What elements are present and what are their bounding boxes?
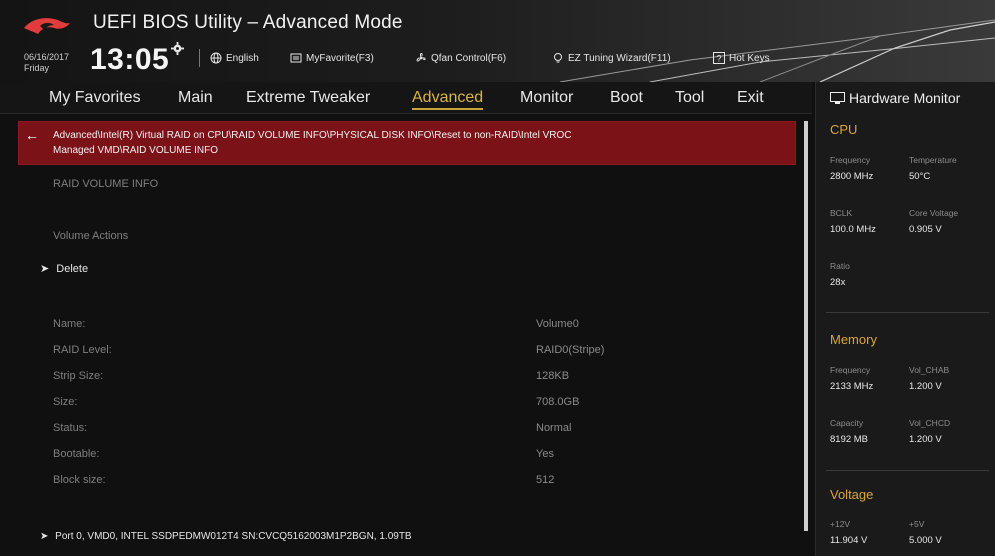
header-separator	[199, 49, 200, 67]
breadcrumb-line-2: Managed VMD\RAID VOLUME INFO	[53, 145, 219, 156]
qfan-label: Qfan Control(F6)	[431, 52, 507, 64]
field-label: Status:	[53, 422, 88, 434]
field-label: Name:	[53, 318, 86, 330]
field-value: Volume0	[536, 318, 579, 330]
tab-boot[interactable]: Boot	[610, 89, 643, 107]
vol-chab-label: Vol_CHAB	[909, 365, 950, 375]
tab-my-favorites[interactable]: My Favorites	[49, 89, 141, 107]
breadcrumb: ← Advanced\Intel(R) Virtual RAID on CPU\…	[18, 121, 796, 165]
tab-exit[interactable]: Exit	[737, 89, 764, 107]
date-block: 06/16/2017 Friday	[24, 52, 69, 74]
ez-tuning-wizard-button[interactable]: EZ Tuning Wizard(F11)	[552, 50, 671, 66]
vol-chcd-label: Vol_CHCD	[909, 418, 951, 428]
main-nav: My Favorites Main Extreme Tweaker Advanc…	[0, 82, 812, 114]
hw-monitor-title: Hardware Monitor	[849, 90, 961, 106]
hot-keys-label: Hot Keys	[729, 52, 770, 64]
delete-item[interactable]: ➤ Delete	[40, 262, 88, 275]
core-voltage-value: 0.905 V	[909, 224, 942, 235]
field-value: RAID0(Stripe)	[536, 344, 605, 356]
fan-icon	[416, 53, 426, 62]
v5-label: +5V	[909, 519, 925, 529]
capacity-value: 8192 MB	[830, 434, 869, 445]
date-text: 06/16/2017	[24, 52, 70, 62]
v5-value: 5.000 V	[909, 535, 942, 546]
capacity-label: Capacity	[830, 418, 864, 428]
field-label: RAID Level:	[53, 344, 112, 356]
field-label: Size:	[53, 396, 78, 408]
svg-text:?: ?	[717, 54, 722, 64]
tab-tool[interactable]: Tool	[675, 89, 704, 107]
cpu-frequency-label: Frequency	[830, 155, 871, 165]
delete-label: Delete	[56, 263, 89, 275]
tab-main[interactable]: Main	[178, 89, 213, 107]
cpu-temperature-value: 50°C	[909, 171, 931, 182]
field-value: Yes	[536, 448, 554, 460]
scrollbar-thumb[interactable]	[804, 121, 808, 531]
gear-icon[interactable]	[171, 42, 184, 55]
breadcrumb-line-1: Advanced\Intel(R) Virtual RAID on CPU\RA…	[53, 130, 572, 141]
vol-chab-value: 1.200 V	[909, 381, 942, 392]
memory-section-title: Memory	[830, 332, 877, 347]
core-voltage-label: Core Voltage	[909, 208, 959, 218]
field-value: 708.0GB	[536, 396, 580, 408]
favorite-list-icon	[290, 53, 302, 63]
section-title: RAID VOLUME INFO	[53, 178, 159, 190]
field-label: Bootable:	[53, 448, 100, 460]
divider	[826, 470, 989, 471]
breadcrumb-path: Advanced\Intel(R) Virtual RAID on CPU\RA…	[53, 128, 773, 158]
hardware-monitor-panel: Hardware Monitor CPU Frequency Temperatu…	[815, 82, 995, 556]
divider	[826, 312, 989, 313]
field-value: Normal	[536, 422, 572, 434]
cpu-temperature-label: Temperature	[909, 155, 957, 165]
voltage-section-title: Voltage	[830, 487, 874, 502]
bclk-value: 100.0 MHz	[830, 224, 876, 235]
tab-monitor[interactable]: Monitor	[520, 89, 573, 107]
mem-frequency-label: Frequency	[830, 365, 871, 375]
field-label: Strip Size:	[53, 370, 104, 382]
hot-keys-button[interactable]: ? Hot Keys	[713, 50, 770, 66]
back-arrow-icon[interactable]: ←	[25, 127, 39, 143]
day-text: Friday	[24, 63, 50, 73]
v12-value: 11.904 V	[830, 535, 868, 546]
language-label: English	[226, 52, 259, 64]
tab-advanced[interactable]: Advanced	[412, 89, 484, 110]
question-box-icon: ?	[713, 52, 725, 64]
chevron-right-icon: ➤	[40, 531, 49, 542]
ratio-label: Ratio	[830, 261, 850, 271]
cpu-frequency-value: 2800 MHz	[830, 171, 874, 182]
clock-time: 13:05	[90, 43, 170, 76]
header-bar: UEFI BIOS Utility – Advanced Mode 06/16/…	[0, 0, 995, 82]
language-button[interactable]: English	[210, 50, 259, 66]
port-disk-label: Port 0, VMD0, INTEL SSDPEDMW012T4 SN:CVC…	[55, 531, 412, 542]
ez-tuning-label: EZ Tuning Wizard(F11)	[568, 52, 671, 64]
myfavorite-button[interactable]: MyFavorite(F3)	[290, 50, 374, 66]
bclk-label: BCLK	[830, 208, 853, 218]
myfavorite-label: MyFavorite(F3)	[306, 52, 374, 64]
field-value: 512	[536, 474, 555, 486]
app-title: UEFI BIOS Utility – Advanced Mode	[93, 12, 403, 33]
monitor-icon	[830, 92, 845, 104]
ratio-value: 28x	[830, 277, 846, 288]
chevron-right-icon: ➤	[40, 263, 50, 275]
mem-frequency-value: 2133 MHz	[830, 381, 874, 392]
field-value: 128KB	[536, 370, 570, 382]
field-label: Block size:	[53, 474, 106, 486]
tab-extreme-tweaker[interactable]: Extreme Tweaker	[246, 89, 370, 107]
globe-icon	[210, 52, 222, 64]
rog-logo-icon	[24, 18, 70, 34]
v12-label: +12V	[830, 519, 851, 529]
cpu-section-title: CPU	[830, 122, 858, 137]
bulb-icon	[554, 53, 562, 63]
volume-actions-label: Volume Actions	[53, 230, 129, 242]
port-disk-item[interactable]: ➤ Port 0, VMD0, INTEL SSDPEDMW012T4 SN:C…	[40, 531, 412, 542]
qfan-control-button[interactable]: Qfan Control(F6)	[415, 50, 506, 66]
vol-chcd-value: 1.200 V	[909, 434, 942, 445]
bios-window: UEFI BIOS Utility – Advanced Mode 06/16/…	[0, 0, 995, 556]
